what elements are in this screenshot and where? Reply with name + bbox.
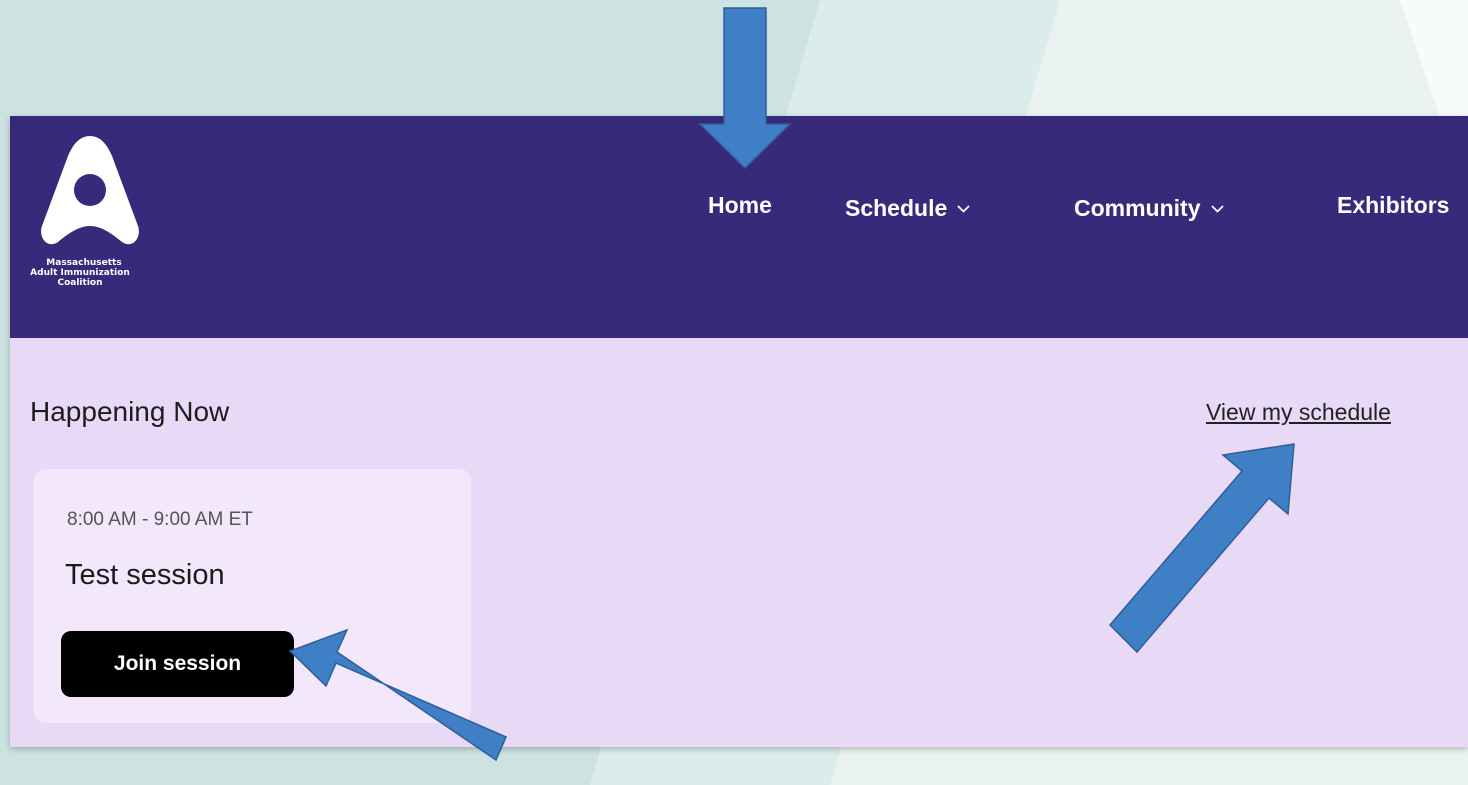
coalition-logo[interactable]: Massachusetts Adult Immunization Coaliti… (10, 134, 150, 294)
view-my-schedule-link[interactable]: View my schedule (1206, 399, 1391, 426)
logo-line-2: Adult Immunization (30, 268, 130, 278)
nav-item-label: Home (708, 192, 772, 218)
join-session-button[interactable]: Join session (61, 631, 294, 697)
session-time: 8:00 AM - 9:00 AM ET (67, 509, 253, 530)
nav-item-label: Community (1074, 195, 1201, 221)
nav-item-label: Exhibitors (1337, 192, 1450, 218)
nav-item-label: Schedule (845, 195, 948, 221)
nav-item-schedule[interactable]: Schedule (845, 192, 970, 222)
nav-item-community[interactable]: Community (1074, 192, 1224, 222)
top-navigation-bar: Massachusetts Adult Immunization Coaliti… (10, 116, 1468, 338)
nav-item-home[interactable]: Home (708, 192, 772, 219)
embedded-screenshot: Massachusetts Adult Immunization Coaliti… (10, 116, 1468, 747)
chevron-down-icon (1210, 192, 1224, 219)
slide: Massachusetts Adult Immunization Coaliti… (0, 0, 1468, 785)
happening-now-section: Happening Now View my schedule 8:00 AM -… (10, 338, 1468, 747)
nav-item-exhibitors[interactable]: Exhibitors (1337, 192, 1449, 219)
chevron-down-icon (957, 192, 970, 219)
logo-line-3: Coalition (57, 278, 103, 288)
section-heading: Happening Now (30, 396, 230, 427)
session-card: 8:00 AM - 9:00 AM ET Test session Join s… (34, 469, 471, 723)
logo-text: Massachusetts Adult Immunization Coaliti… (10, 258, 150, 288)
session-title: Test session (65, 559, 225, 591)
logo-mark-icon (41, 136, 139, 245)
logo-line-1: Massachusetts (46, 258, 122, 268)
